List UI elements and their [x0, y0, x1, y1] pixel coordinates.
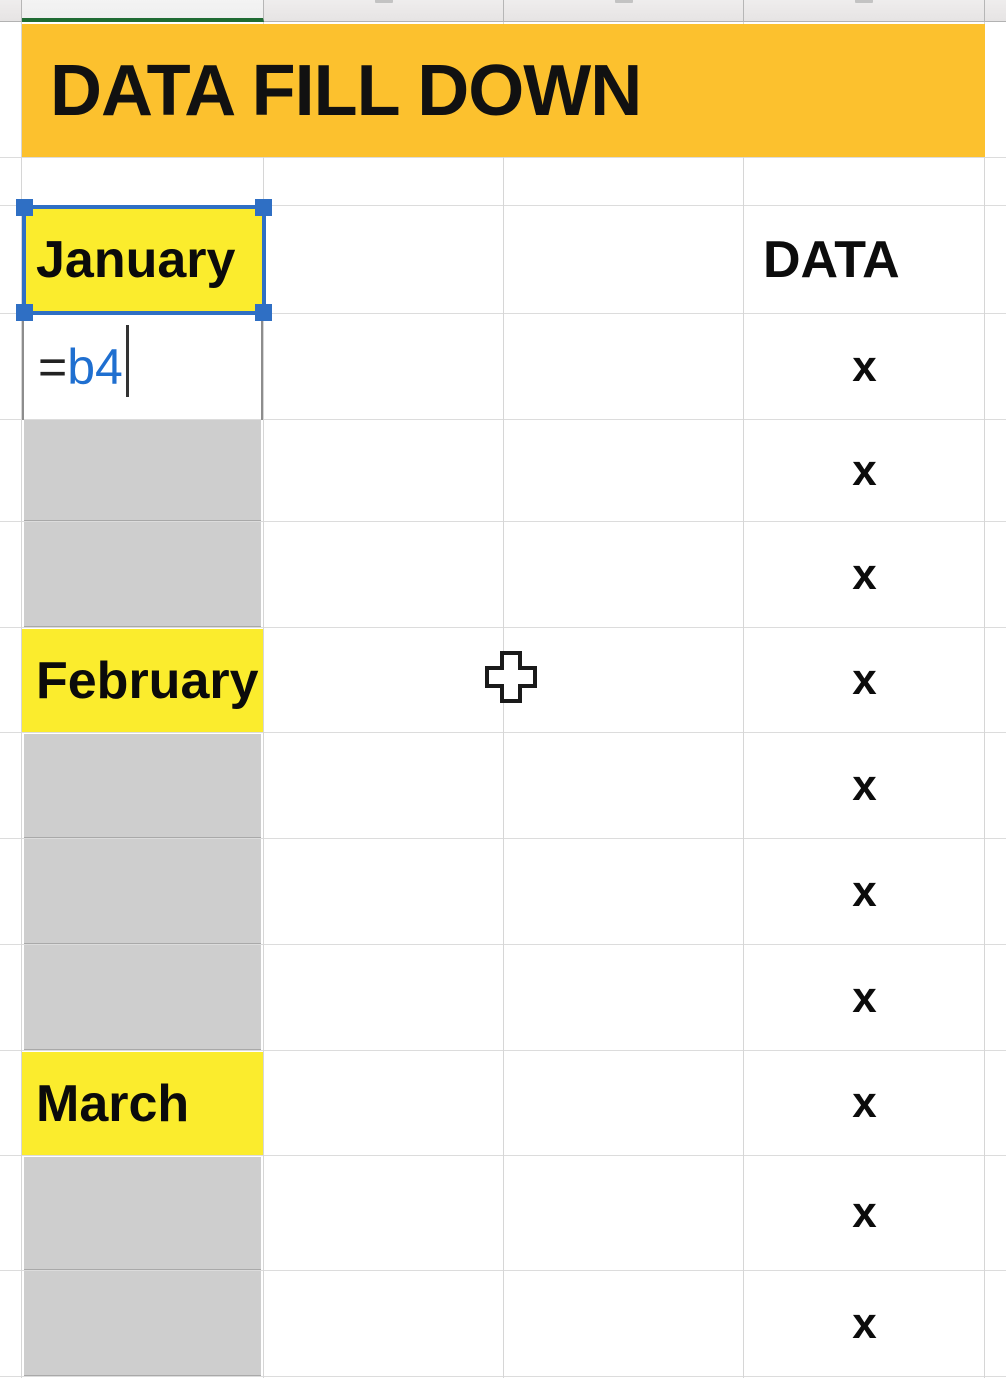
column-resize-nub — [614, 0, 633, 3]
cell-e-data-value[interactable]: x — [745, 522, 984, 627]
cell-b-february-label: February — [36, 651, 259, 710]
cell-b-blank-filled[interactable] — [24, 522, 261, 627]
cell-b-january-label: January — [36, 231, 236, 289]
cell-b-january[interactable]: January — [22, 207, 263, 313]
formula-equals-sign: = — [38, 338, 68, 395]
cell-b-blank-filled[interactable] — [24, 420, 261, 521]
cell-b-blank-filled[interactable] — [24, 1271, 261, 1376]
cell-e-data-header[interactable]: DATA — [745, 207, 984, 313]
cell-b-march-label: March — [36, 1074, 190, 1133]
grid-line-v — [984, 22, 985, 1378]
column-resize-nub — [855, 0, 873, 3]
data-value-text: x — [852, 972, 877, 1022]
data-value-text: x — [852, 1298, 877, 1348]
data-column-header-label: DATA — [763, 231, 900, 289]
column-resize-nub — [374, 0, 393, 3]
cell-b-blank-filled[interactable] — [24, 734, 261, 838]
column-header-strip — [0, 0, 1006, 22]
cell-e-data-value[interactable]: x — [745, 839, 984, 944]
data-value-text: x — [852, 866, 877, 916]
cell-e-data-value[interactable]: x — [745, 420, 984, 521]
data-value-text: x — [852, 1188, 877, 1237]
grid-line-v — [263, 22, 264, 1378]
column-header-f[interactable] — [985, 0, 1006, 22]
cell-e-data-value[interactable]: x — [745, 1051, 984, 1155]
cell-e-data-value[interactable]: x — [745, 1271, 984, 1376]
cell-e-data-value[interactable]: x — [745, 945, 984, 1050]
data-value-text: x — [852, 445, 877, 495]
grid-line-v — [743, 22, 744, 1378]
cell-e-data-value[interactable]: x — [745, 315, 984, 419]
cell-b-formula-editor[interactable]: = b4 — [24, 315, 261, 418]
cell-b-blank-filled[interactable] — [24, 945, 261, 1050]
column-header-c[interactable] — [264, 0, 504, 22]
cell-e-data-value[interactable]: x — [745, 628, 984, 732]
formula-cell-reference: b4 — [67, 338, 123, 395]
data-value-text: x — [852, 655, 877, 704]
cell-select-plus-cursor — [484, 650, 538, 704]
cell-b-blank-filled[interactable] — [24, 839, 261, 944]
cell-b-march[interactable]: March — [22, 1052, 263, 1155]
spreadsheet-canvas[interactable]: DATA FILL DOWN January = b4 February Marc… — [0, 0, 1006, 1378]
title-banner-cell[interactable]: DATA FILL DOWN — [22, 24, 985, 157]
grid-line-v — [503, 22, 504, 1378]
data-value-text: x — [852, 549, 877, 599]
data-value-text: x — [852, 1078, 877, 1127]
cell-b-february[interactable]: February — [22, 629, 263, 732]
column-header-d[interactable] — [504, 0, 744, 22]
column-header-a[interactable] — [0, 0, 22, 22]
data-value-text: x — [852, 342, 877, 391]
page-title: DATA FILL DOWN — [50, 50, 642, 131]
column-header-e[interactable] — [744, 0, 985, 22]
cell-e-data-value[interactable]: x — [745, 733, 984, 838]
text-caret — [125, 324, 129, 397]
data-value-text: x — [852, 760, 877, 810]
cell-b-blank-filled[interactable] — [24, 1157, 261, 1270]
column-header-b[interactable] — [22, 0, 264, 22]
cell-e-data-value[interactable]: x — [745, 1156, 984, 1270]
